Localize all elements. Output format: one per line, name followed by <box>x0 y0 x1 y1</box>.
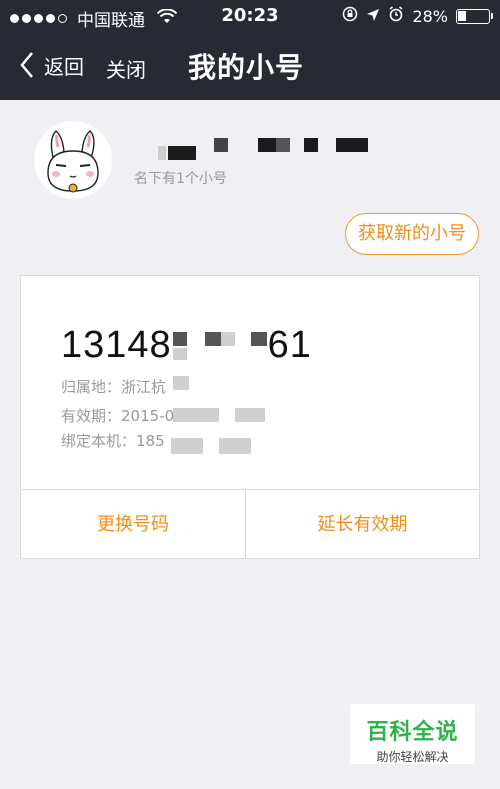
redaction-block <box>171 438 203 454</box>
location-arrow-icon <box>366 7 380 26</box>
watermark-subtitle: 助你轻松解决 <box>376 750 449 764</box>
watermark-logo: 百科全说 助你轻松解决 <box>350 704 475 764</box>
redaction-block <box>251 332 267 346</box>
bunny-avatar-icon <box>47 130 99 193</box>
redaction-block <box>235 408 265 422</box>
watermark-title: 百科全说 <box>366 720 459 745</box>
change-number-button[interactable]: 更换号码 <box>21 490 245 559</box>
battery-percent: 28% <box>412 6 448 26</box>
redaction-block <box>173 348 187 360</box>
alarm-icon <box>388 6 404 26</box>
extend-validity-button[interactable]: 延长有效期 <box>246 490 479 559</box>
location-info: 归属地：浙江杭 <box>61 378 167 396</box>
rotation-lock-icon <box>342 6 358 26</box>
page-title: 我的小号 <box>188 51 305 84</box>
top-bar: 中国联通 20:23 28% 返回 关闭 我的小号 <box>0 0 500 100</box>
redaction-block <box>173 332 187 346</box>
redaction-block <box>173 408 219 422</box>
chevron-left-icon <box>20 52 33 78</box>
account-name-redacted <box>134 138 394 160</box>
redaction-block <box>221 332 235 346</box>
redaction-block <box>173 376 189 390</box>
navigation-bar: 返回 关闭 我的小号 <box>0 32 500 100</box>
number-card: 13148 61 归属地：浙江杭 有效期：2015-0 绑定本机：185 更换号码… <box>20 275 480 559</box>
get-new-number-button[interactable]: 获取新的小号 <box>345 213 479 255</box>
redaction-block <box>219 438 251 454</box>
back-label: 返回 <box>44 54 84 79</box>
back-button[interactable]: 返回 <box>18 50 84 80</box>
bound-phone-info: 绑定本机：185 <box>61 432 165 450</box>
validity-info: 有效期：2015-0 <box>61 407 175 425</box>
avatar[interactable] <box>34 121 112 199</box>
close-button[interactable]: 关闭 <box>106 54 146 83</box>
status-bar: 中国联通 20:23 28% <box>0 0 500 32</box>
sub-number-count: 名下有1个小号 <box>134 171 227 187</box>
redaction-block <box>205 332 221 346</box>
battery-icon <box>456 8 493 24</box>
